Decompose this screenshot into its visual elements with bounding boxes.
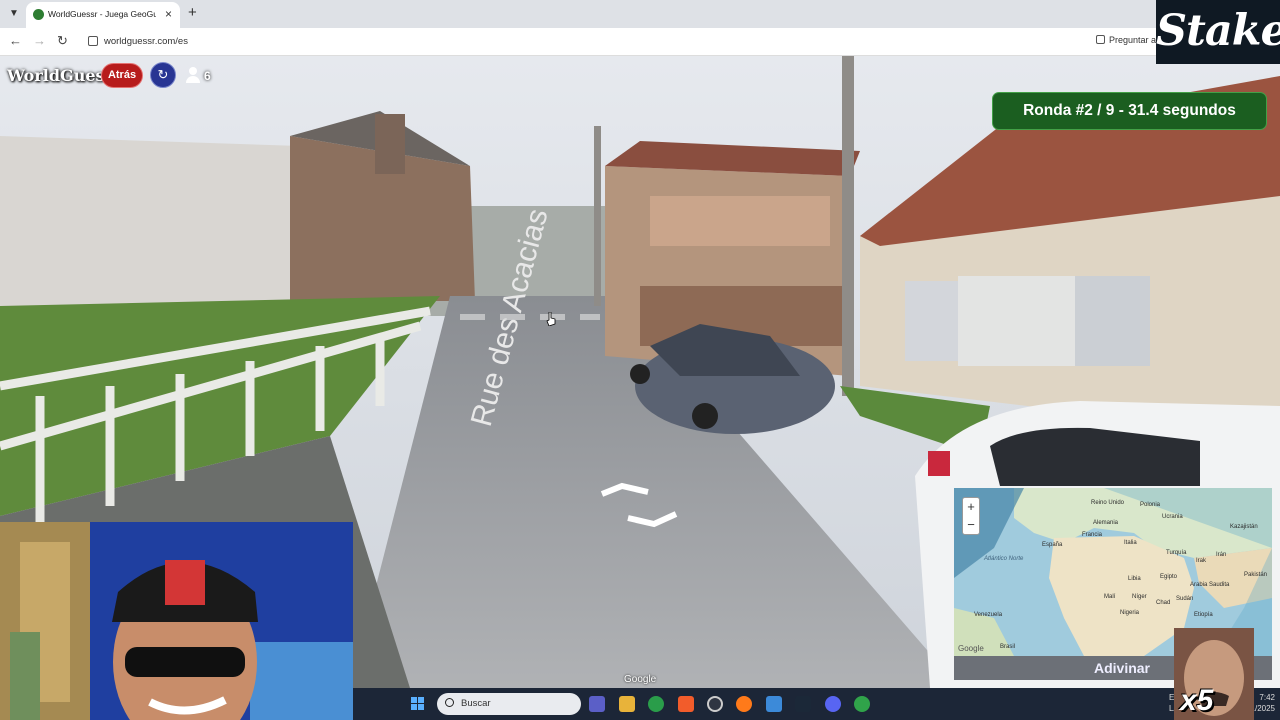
ask-label: Preguntar a <box>1109 35 1157 45</box>
screen: ▼ WorldGuessr - Juega GeoGuessr × + ← → … <box>0 0 1280 720</box>
map-label: Kazajistán <box>1230 524 1258 530</box>
address-bar[interactable]: worldguessr.com/es <box>80 31 1090 53</box>
player-count-value: 6 <box>204 69 211 83</box>
map-label: Reino Unido <box>1091 500 1125 506</box>
move-forward-arrow-icon[interactable] <box>598 482 682 530</box>
map-label: Francia <box>1082 532 1103 538</box>
map-label: Atlántico Norte <box>984 556 1024 562</box>
obs-icon[interactable] <box>707 696 723 712</box>
map-google-label: Google <box>958 644 984 653</box>
new-tab-button[interactable]: + <box>188 4 197 21</box>
ask-button[interactable]: Preguntar a <box>1096 35 1156 45</box>
reload-icon[interactable]: ↻ <box>57 33 68 49</box>
webcam-overlay <box>0 522 353 720</box>
start-button[interactable] <box>411 697 425 711</box>
map-label: Chad <box>1156 600 1171 606</box>
hand-cursor-icon <box>546 312 556 326</box>
map-label: Irak <box>1196 558 1207 564</box>
map-label: Venezuela <box>974 612 1003 618</box>
player-icon <box>186 67 200 83</box>
chrome-icon[interactable] <box>648 696 664 712</box>
browser-tab[interactable]: WorldGuessr - Juega GeoGuessr × <box>26 2 180 28</box>
ask-icon <box>1096 35 1105 44</box>
multiplier-label: x5 <box>1180 684 1214 717</box>
map-label: Nigeria <box>1120 610 1140 616</box>
zoom-in-button[interactable]: + <box>963 498 979 516</box>
tab-close-icon[interactable]: × <box>165 7 172 21</box>
back-button[interactable]: Atrás <box>101 63 143 88</box>
taskbar-search[interactable]: Buscar <box>437 693 581 715</box>
forward-arrow-icon[interactable]: → <box>33 33 46 48</box>
map-label: Pakistán <box>1244 572 1268 578</box>
browser-tab-bar: ▼ WorldGuessr - Juega GeoGuessr × + <box>0 0 1280 28</box>
taskbar-search-placeholder: Buscar <box>461 698 491 709</box>
map-label: Brasil <box>1000 644 1016 650</box>
google-watermark: Google <box>624 674 657 685</box>
back-arrow-icon[interactable]: ← <box>9 33 22 48</box>
map-label: Egipto <box>1160 574 1178 580</box>
map-label: Alemania <box>1093 520 1119 526</box>
map-label: Ucrania <box>1162 514 1183 520</box>
map-label: Irán <box>1216 552 1227 558</box>
site-info-icon[interactable] <box>88 36 98 46</box>
discord-icon[interactable] <box>825 696 841 712</box>
windows-taskbar: Buscar ESP LAA 7:42 11/2025 <box>353 688 1280 720</box>
photos-icon[interactable] <box>766 696 782 712</box>
brave-icon[interactable] <box>678 696 694 712</box>
firefox-icon[interactable] <box>736 696 752 712</box>
tab-title: WorldGuessr - Juega GeoGuessr <box>48 9 156 19</box>
map-label: Italia <box>1124 540 1137 546</box>
tab-list-chevron-icon[interactable]: ▼ <box>6 6 22 22</box>
map-label: Malí <box>1104 594 1116 600</box>
map-label: España <box>1042 542 1063 548</box>
map-label: Arabia Saudita <box>1190 582 1230 588</box>
round-timer-badge: Ronda #2 / 9 - 31.4 segundos <box>992 92 1267 130</box>
teams-icon[interactable] <box>589 696 605 712</box>
chrome-active-icon[interactable] <box>854 696 870 712</box>
address-toolbar: ← → ↻ worldguessr.com/es Preguntar a <box>0 28 1280 56</box>
map-label: Etiopía <box>1194 612 1213 618</box>
map-label: Turquía <box>1166 550 1187 556</box>
zoom-out-button[interactable]: − <box>963 516 979 534</box>
file-explorer-icon[interactable] <box>619 696 635 712</box>
search-icon <box>445 698 454 707</box>
player-count: 6 <box>186 67 211 83</box>
map-zoom-control: + − <box>962 497 980 535</box>
map-label: Sudán <box>1176 596 1194 602</box>
refresh-button[interactable]: ↻ <box>150 62 176 88</box>
steam-icon[interactable] <box>795 696 811 712</box>
url-text: worldguessr.com/es <box>104 36 188 47</box>
stake-logo: Stake <box>1156 0 1280 64</box>
map-label: Polonia <box>1140 502 1161 508</box>
map-label: Libia <box>1128 576 1141 582</box>
worldguessr-favicon-icon <box>33 9 44 20</box>
map-label: Níger <box>1132 594 1147 600</box>
